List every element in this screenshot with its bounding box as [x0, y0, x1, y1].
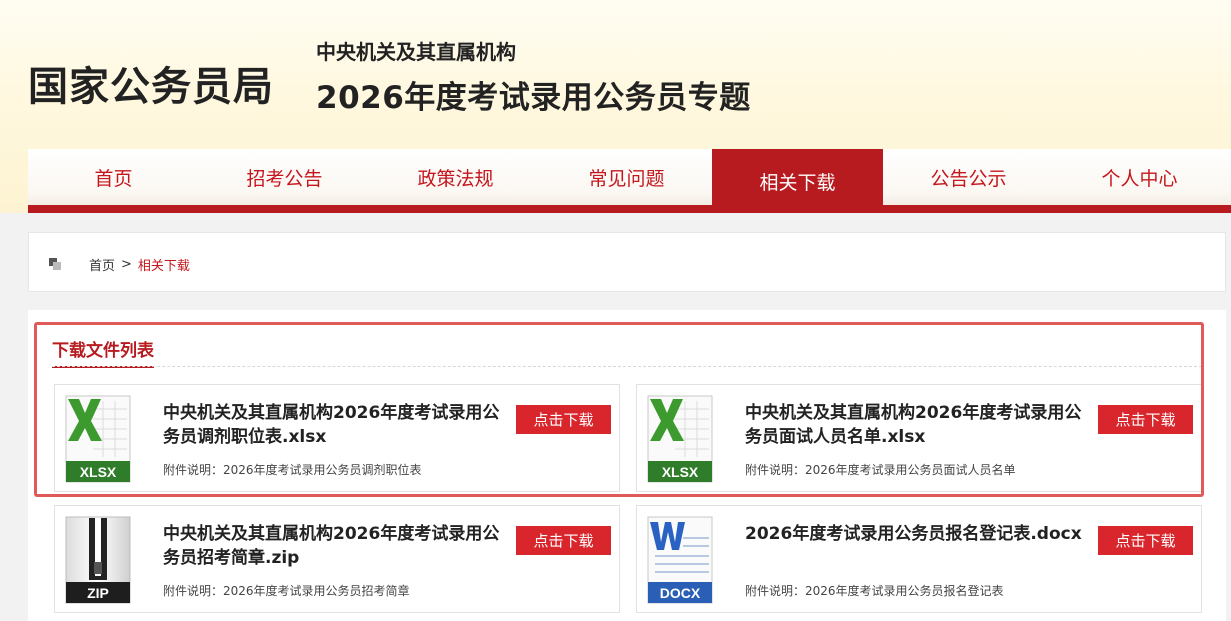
file-card: XLSX 中央机关及其直属机构2026年度考试录用公务员调剂职位表.xlsx 附…: [54, 384, 620, 492]
breadcrumb-icon: [49, 258, 61, 270]
header-subtitle-line1: 中央机关及其直属机构: [316, 40, 516, 64]
file-title-link[interactable]: 2026年度考试录用公务员报名登记表.docx: [745, 522, 1085, 546]
xlsx-file-icon: XLSX: [65, 395, 131, 483]
file-title-link[interactable]: 中央机关及其直属机构2026年度考试录用公务员面试人员名单.xlsx: [745, 401, 1085, 449]
xlsx-file-icon: XLSX: [647, 395, 713, 483]
file-badge: XLSX: [662, 464, 699, 480]
file-badge: DOCX: [660, 585, 701, 601]
file-description: 附件说明：2026年度考试录用公务员调剂职位表: [163, 463, 422, 477]
nav-item-recruitment-notices[interactable]: 招考公告: [199, 149, 370, 205]
nav-item-announcements[interactable]: 公告公示: [883, 149, 1054, 205]
nav-item-faq[interactable]: 常见问题: [541, 149, 712, 205]
file-description: 附件说明：2026年度考试录用公务员报名登记表: [745, 584, 1004, 598]
zip-file-icon: ZIP: [65, 516, 131, 604]
header-subtitle-line2: 2026年度考试录用公务员专题: [316, 80, 751, 116]
breadcrumb-home-link[interactable]: 首页: [89, 255, 115, 274]
file-title-link[interactable]: 中央机关及其直属机构2026年度考试录用公务员调剂职位表.xlsx: [163, 401, 503, 449]
nav-item-downloads[interactable]: 相关下载: [712, 149, 883, 213]
file-badge: ZIP: [87, 585, 109, 601]
main-nav: 首页 招考公告 政策法规 常见问题 相关下载 公告公示 个人中心: [28, 149, 1231, 213]
nav-underline-bar: [28, 205, 1231, 213]
file-card: XLSX 中央机关及其直属机构2026年度考试录用公务员面试人员名单.xlsx …: [636, 384, 1202, 492]
download-button[interactable]: 点击下载: [1098, 405, 1193, 434]
download-button[interactable]: 点击下载: [516, 405, 611, 434]
file-card: ZIP 中央机关及其直属机构2026年度考试录用公务员招考简章.zip 附件说明…: [54, 505, 620, 613]
file-description: 附件说明：2026年度考试录用公务员招考简章: [163, 584, 410, 598]
nav-item-personal-center[interactable]: 个人中心: [1054, 149, 1225, 205]
file-description: 附件说明：2026年度考试录用公务员面试人员名单: [745, 463, 1016, 477]
file-title-link[interactable]: 中央机关及其直属机构2026年度考试录用公务员招考简章.zip: [163, 522, 503, 570]
docx-file-icon: DOCX: [647, 516, 713, 604]
file-badge: XLSX: [80, 464, 117, 480]
nav-item-home[interactable]: 首页: [28, 149, 199, 205]
download-list-title: 下载文件列表: [52, 336, 154, 368]
breadcrumb-current[interactable]: 相关下载: [138, 255, 190, 274]
breadcrumb-separator: >: [121, 257, 132, 272]
download-button[interactable]: 点击下载: [516, 526, 611, 555]
nav-item-policies[interactable]: 政策法规: [370, 149, 541, 205]
download-button[interactable]: 点击下载: [1098, 526, 1193, 555]
file-card: DOCX 2026年度考试录用公务员报名登记表.docx 附件说明：2026年度…: [636, 505, 1202, 613]
title-divider: [52, 366, 1202, 367]
site-logo[interactable]: 国家公务员局: [28, 54, 274, 112]
breadcrumb: 首页 > 相关下载: [28, 232, 1226, 292]
